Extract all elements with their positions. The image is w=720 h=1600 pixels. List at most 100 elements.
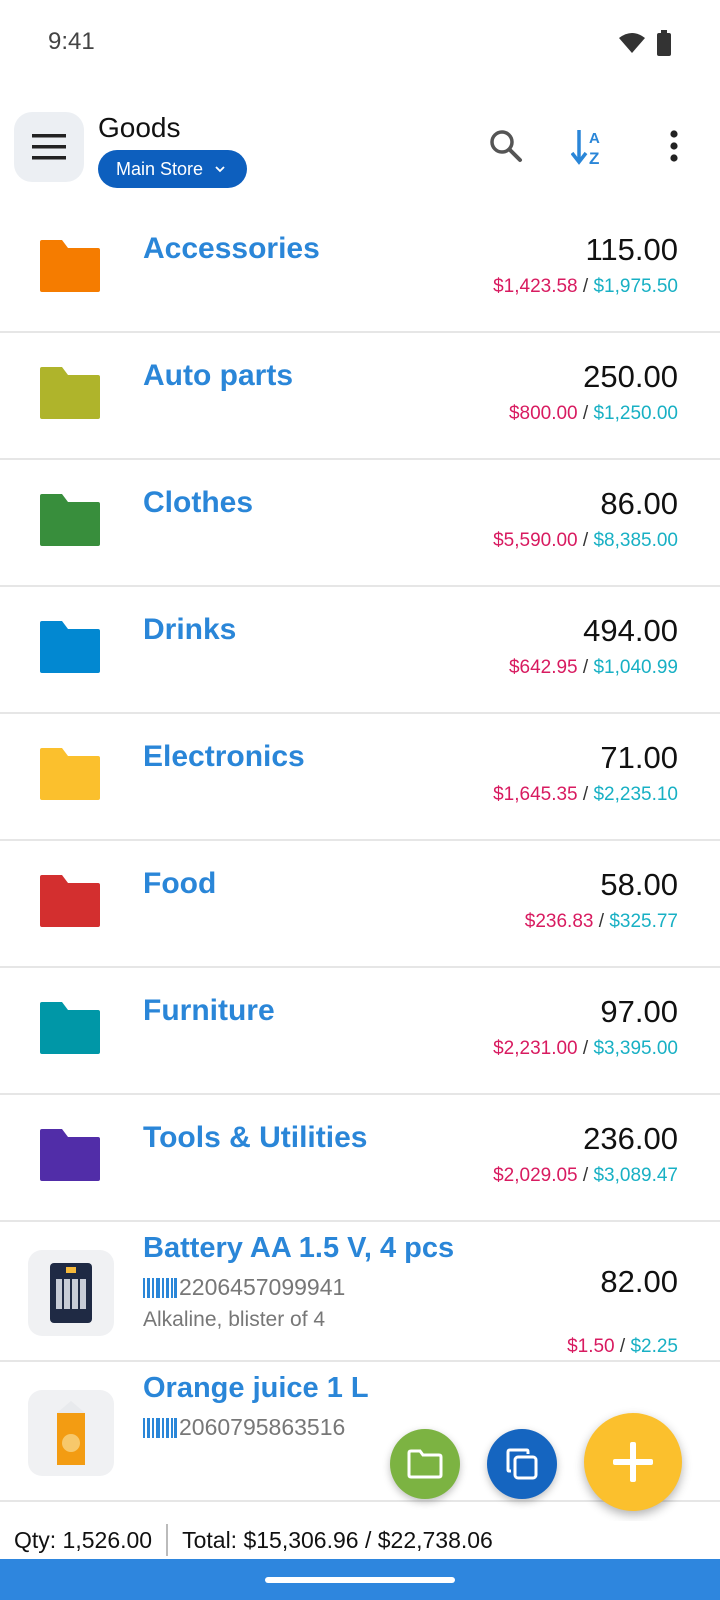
category-qty: 58.00 [600, 867, 678, 902]
category-cost: $236.83 [524, 911, 594, 932]
category-name: Clothes [143, 486, 254, 519]
category-retail: $1,975.50 [593, 276, 678, 297]
status-bar: 9:41 [0, 0, 720, 90]
category-cost: $1,423.58 [493, 276, 578, 297]
category-qty: 236.00 [583, 1121, 678, 1156]
folder-icon [40, 748, 100, 800]
item-barcode-value: 2060795863516 [179, 1414, 346, 1440]
app-actions: A Z [482, 122, 698, 170]
add-folder-button[interactable] [390, 1429, 460, 1499]
svg-text:A: A [589, 130, 600, 147]
plus-icon [613, 1442, 653, 1482]
category-cost: $5,590.00 [493, 530, 578, 551]
category-prices: $1,423.58 / $1,975.50 [493, 276, 678, 298]
folder-icon [40, 875, 100, 927]
price-separator: / [577, 403, 594, 424]
category-cost: $2,231.00 [493, 1038, 578, 1059]
category-cost: $2,029.05 [493, 1165, 578, 1186]
category-row[interactable]: Electronics 71.00 $1,645.35 / $2,235.10 [0, 714, 720, 841]
price-separator: / [577, 1165, 594, 1186]
item-thumbnail [28, 1250, 114, 1336]
home-gesture-handle[interactable] [265, 1577, 455, 1583]
juice-carton-icon [57, 1401, 85, 1465]
category-row[interactable]: Food 58.00 $236.83 / $325.77 [0, 841, 720, 968]
category-row[interactable]: Auto parts 250.00 $800.00 / $1,250.00 [0, 333, 720, 460]
sort-button[interactable]: A Z [566, 122, 614, 170]
battery-icon [657, 30, 671, 56]
category-cost: $1,645.35 [493, 784, 578, 805]
add-item-button[interactable] [584, 1413, 682, 1511]
category-retail: $2,235.10 [593, 784, 678, 805]
category-retail: $8,385.00 [593, 530, 678, 551]
item-barcode: 2060795863516 [143, 1414, 345, 1441]
item-thumbnail [28, 1390, 114, 1476]
store-selector-label: Main Store [116, 158, 204, 179]
goods-list: Accessories 115.00 $1,423.58 / $1,975.50 Au… [0, 206, 720, 1502]
category-name: Food [143, 867, 217, 900]
price-separator: / [577, 784, 594, 805]
category-qty: 115.00 [585, 232, 678, 267]
category-prices: $236.83 / $325.77 [525, 911, 678, 933]
price-separator: / [577, 276, 594, 297]
summary-qty: Qty: 1,526.00 [14, 1526, 153, 1553]
menu-button[interactable] [14, 112, 84, 182]
price-separator: / [577, 657, 594, 678]
category-name: Accessories [143, 232, 320, 265]
folder-outline-icon [407, 1449, 443, 1479]
more-vert-icon [670, 130, 678, 162]
category-name: Furniture [143, 994, 275, 1027]
category-row[interactable]: Clothes 86.00 $5,590.00 / $8,385.00 [0, 460, 720, 587]
folder-icon [40, 367, 100, 419]
battery-pack-icon [50, 1263, 92, 1323]
store-selector[interactable]: Main Store [98, 150, 248, 188]
category-name: Auto parts [143, 359, 293, 392]
category-retail: $3,395.00 [593, 1038, 678, 1059]
category-prices: $2,231.00 / $3,395.00 [493, 1038, 678, 1060]
copy-button[interactable] [487, 1429, 557, 1499]
category-row[interactable]: Drinks 494.00 $642.95 / $1,040.99 [0, 587, 720, 714]
category-retail: $325.77 [609, 911, 678, 932]
category-cost: $642.95 [508, 657, 578, 678]
item-name: Battery AA 1.5 V, 4 pcs [143, 1232, 455, 1264]
category-qty: 250.00 [583, 359, 678, 394]
category-prices: $1,645.35 / $2,235.10 [493, 784, 678, 806]
copy-icon [506, 1448, 538, 1480]
category-row[interactable]: Accessories 115.00 $1,423.58 / $1,975.50 [0, 206, 720, 333]
price-separator: / [614, 1336, 631, 1357]
more-options-button[interactable] [650, 122, 698, 170]
category-name: Tools & Utilities [143, 1121, 368, 1154]
hamburger-menu-icon [32, 134, 66, 160]
item-description: Alkaline, blister of 4 [143, 1308, 326, 1331]
item-name: Orange juice 1 L [143, 1372, 369, 1404]
item-retail: $2.25 [630, 1336, 678, 1357]
category-qty: 86.00 [600, 486, 678, 521]
summary-total: Total: $15,306.96 / $22,738.06 [182, 1526, 493, 1553]
category-retail: $1,250.00 [593, 403, 678, 424]
status-icons [618, 30, 672, 56]
category-row[interactable]: Furniture 97.00 $2,231.00 / $3,395.00 [0, 968, 720, 1095]
category-row[interactable]: Tools & Utilities 236.00 $2,029.05 / $3,08… [0, 1095, 720, 1222]
category-name: Drinks [143, 613, 237, 646]
app-bar: Goods Main Store A Z [0, 100, 720, 200]
item-barcode: 2206457099941 [143, 1274, 345, 1301]
sort-alpha-icon: A Z [571, 130, 600, 166]
folder-icon [40, 494, 100, 546]
folder-icon [40, 1002, 100, 1054]
category-qty: 494.00 [583, 613, 678, 648]
search-button[interactable] [482, 122, 530, 170]
folder-icon [40, 621, 100, 673]
category-cost: $800.00 [508, 403, 578, 424]
search-icon [490, 130, 522, 162]
barcode-icon [143, 1277, 177, 1298]
item-barcode-value: 2206457099941 [179, 1274, 346, 1300]
svg-text:Z: Z [589, 149, 599, 166]
category-prices: $800.00 / $1,250.00 [509, 403, 678, 425]
wifi-icon [619, 33, 645, 53]
folder-icon [40, 240, 100, 292]
chevron-down-icon [215, 165, 225, 172]
status-time: 9:41 [48, 28, 95, 55]
category-retail: $3,089.47 [593, 1165, 678, 1186]
price-separator: / [593, 911, 610, 932]
list-item[interactable]: Battery AA 1.5 V, 4 pcs 2206457099941 Al… [0, 1222, 720, 1362]
category-qty: 97.00 [600, 994, 678, 1029]
